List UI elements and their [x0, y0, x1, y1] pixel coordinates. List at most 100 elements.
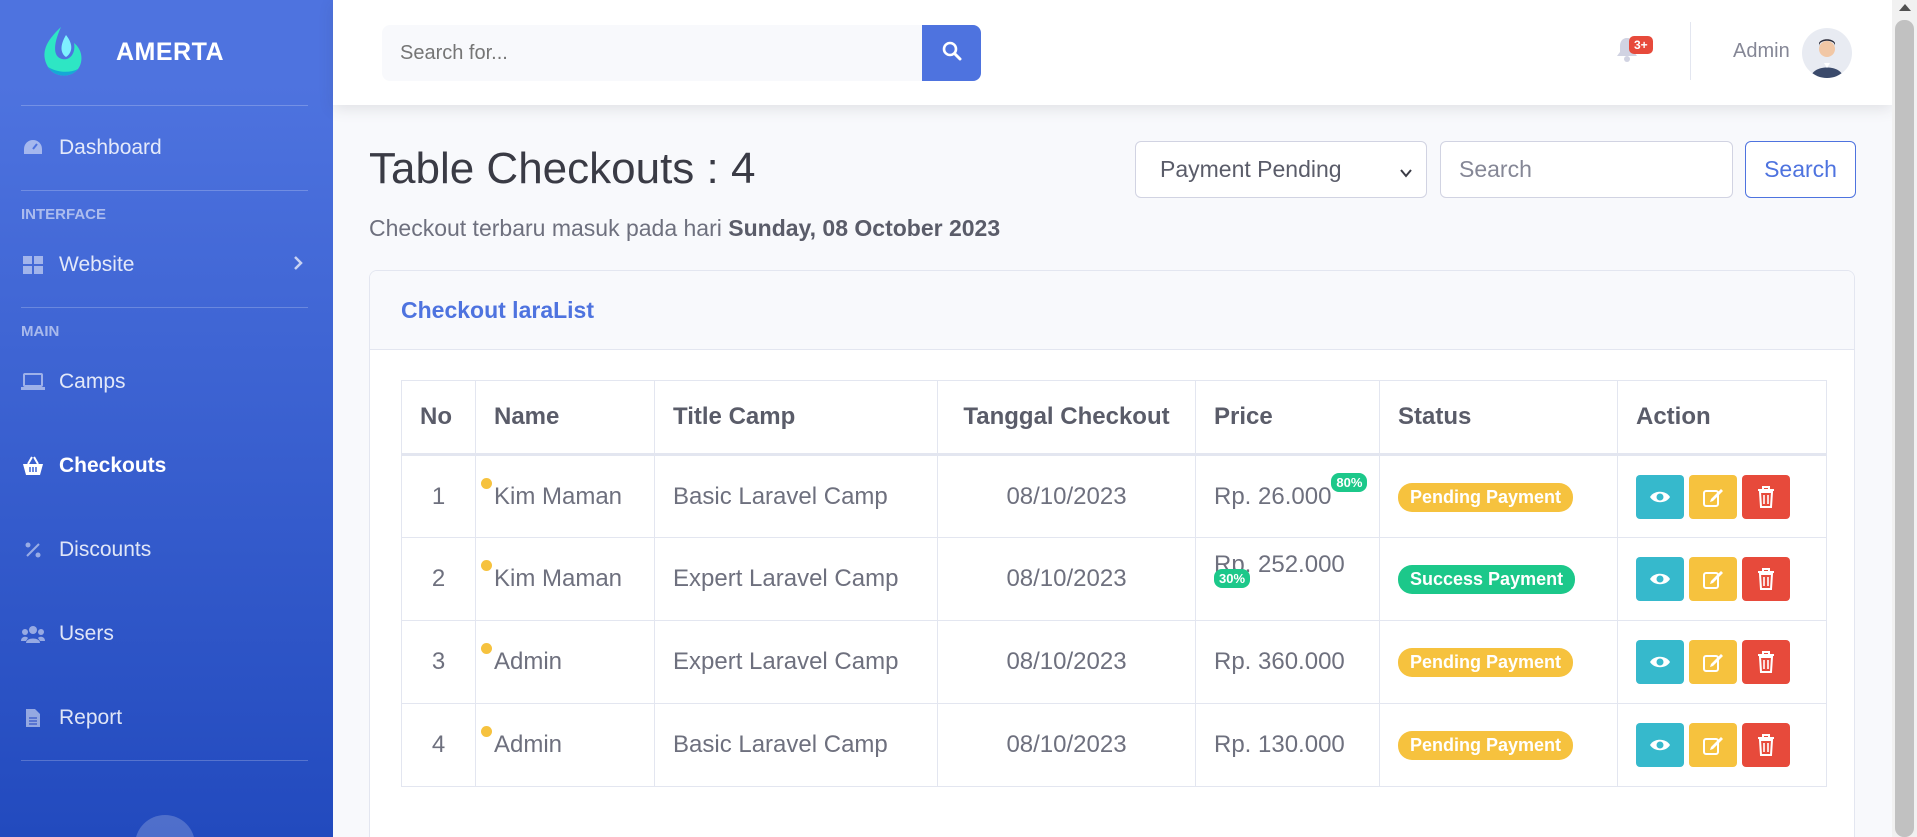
sidebar-divider: [21, 760, 308, 761]
view-button[interactable]: [1636, 474, 1684, 519]
sidebar-item-dashboard[interactable]: Dashboard: [0, 106, 333, 190]
cell-name: Admin: [475, 703, 655, 787]
price-text: Rp. 130.000: [1214, 731, 1345, 758]
cell-action: [1617, 537, 1827, 621]
cell-action: [1617, 454, 1827, 538]
sidebar-toggle-button[interactable]: [135, 815, 195, 837]
status-badge: Pending Payment: [1398, 648, 1574, 677]
chevron-down-icon: [1398, 160, 1414, 187]
status-badge: Success Payment: [1398, 565, 1576, 594]
percent-icon: [21, 538, 45, 562]
sidebar-item-camps[interactable]: Camps: [0, 340, 333, 424]
status-dot: [481, 643, 492, 654]
status-dot: [481, 560, 492, 571]
table-row: 2 Kim Maman Expert Laravel Camp 08/10/20…: [401, 537, 1827, 621]
brand-link[interactable]: AMERTA: [0, 0, 333, 105]
eye-icon: [1650, 656, 1670, 668]
subtitle-date: Sunday, 08 October 2023: [728, 215, 1001, 241]
price-text: Rp. 26.000: [1214, 482, 1332, 510]
sidebar-item-discounts[interactable]: Discounts: [0, 508, 333, 592]
cell-camp: Basic Laravel Camp: [654, 454, 938, 538]
column-header-status: Status: [1379, 380, 1618, 456]
sidebar-item-label: Report: [59, 706, 123, 729]
cell-name: Kim Maman: [475, 537, 655, 621]
sidebar-item-label: Discounts: [59, 538, 152, 561]
column-header-no: No: [401, 380, 476, 456]
table-header-row: No Name Title Camp Tanggal Checkout Pric…: [401, 380, 1827, 456]
checkout-card: Checkout laraList No Name Title Camp Tan…: [369, 270, 1855, 837]
edit-icon: [1703, 571, 1723, 589]
eye-icon: [1650, 573, 1670, 585]
edit-button[interactable]: [1689, 723, 1737, 767]
grid-icon: [21, 253, 45, 277]
edit-icon: [1703, 737, 1723, 755]
tachometer-icon: [21, 136, 45, 160]
view-button[interactable]: [1636, 557, 1684, 601]
cell-status: Pending Payment: [1379, 454, 1618, 538]
cell-price: Rp. 26.00080%: [1195, 454, 1380, 538]
sidebar-item-checkouts[interactable]: Checkouts: [0, 424, 333, 508]
notification-badge: 3+: [1629, 36, 1653, 54]
cell-no: 3: [401, 620, 476, 704]
delete-button[interactable]: [1742, 723, 1790, 767]
cell-date: 08/10/2023: [937, 703, 1196, 787]
cell-date: 08/10/2023: [937, 454, 1196, 538]
edit-button[interactable]: [1689, 474, 1737, 519]
name-text: Admin: [494, 731, 563, 758]
cell-name: Kim Maman: [475, 454, 655, 538]
status-dot: [481, 478, 492, 489]
checkout-table: No Name Title Camp Tanggal Checkout Pric…: [401, 380, 1827, 787]
brand-name: AMERTA: [116, 38, 225, 66]
avatar[interactable]: [1802, 28, 1852, 78]
sidebar-item-label: Dashboard: [59, 136, 162, 159]
view-button[interactable]: [1636, 723, 1684, 767]
cell-date: 08/10/2023: [937, 620, 1196, 704]
card-title: Checkout laraList: [370, 271, 1854, 350]
delete-button[interactable]: [1742, 557, 1790, 601]
column-header-tanggal-checkout: Tanggal Checkout: [937, 380, 1196, 456]
edit-button[interactable]: [1689, 557, 1737, 601]
column-header-price: Price: [1195, 380, 1380, 456]
trash-icon: [1758, 651, 1774, 673]
cell-no: 1: [401, 454, 476, 538]
trash-icon: [1758, 734, 1774, 756]
cell-no: 2: [401, 537, 476, 621]
topbar: 3+ Admin: [333, 0, 1892, 105]
scrollbar-thumb[interactable]: [1895, 20, 1914, 837]
table-row: 3 Admin Expert Laravel Camp 08/10/2023 R…: [401, 620, 1827, 704]
search-input[interactable]: [382, 25, 922, 81]
page-title: Table Checkouts : 4: [369, 144, 756, 193]
eye-icon: [1650, 491, 1670, 502]
table-row: 1 Kim Maman Basic Laravel Camp 08/10/202…: [401, 454, 1827, 538]
cell-camp: Expert Laravel Camp: [654, 537, 938, 621]
scroll-up-arrow-icon[interactable]: [1899, 4, 1911, 11]
sidebar-item-report[interactable]: Report: [0, 676, 333, 760]
status-badge: Pending Payment: [1398, 731, 1574, 760]
table-search-button[interactable]: Search: [1745, 141, 1856, 198]
trash-icon: [1758, 485, 1774, 508]
page-subtitle: Checkout terbaru masuk pada hari Sunday,…: [369, 215, 1000, 242]
eye-icon: [1650, 739, 1670, 751]
topbar-search: [382, 25, 981, 81]
column-header-action: Action: [1617, 380, 1827, 456]
table-search-input[interactable]: [1440, 141, 1733, 198]
edit-icon: [1703, 654, 1723, 672]
status-filter-select[interactable]: Payment Pending: [1135, 141, 1427, 198]
name-text: Kim Maman: [494, 482, 623, 510]
view-button[interactable]: [1636, 640, 1684, 684]
sidebar-item-label: Camps: [59, 370, 126, 393]
sidebar-item-website[interactable]: Website: [0, 223, 333, 307]
laptop-icon: [21, 370, 45, 394]
sidebar-item-label: Checkouts: [59, 454, 167, 477]
status-badge: Pending Payment: [1398, 482, 1574, 512]
search-button[interactable]: [922, 25, 981, 81]
sidebar-item-users[interactable]: Users: [0, 592, 333, 676]
chevron-right-icon: [293, 253, 303, 277]
delete-button[interactable]: [1742, 474, 1790, 519]
status-filter-value: Payment Pending: [1160, 156, 1342, 182]
edit-button[interactable]: [1689, 640, 1737, 684]
user-name[interactable]: Admin: [1733, 40, 1790, 63]
cell-name: Admin: [475, 620, 655, 704]
discount-badge: 80%: [1331, 472, 1368, 492]
delete-button[interactable]: [1742, 640, 1790, 684]
